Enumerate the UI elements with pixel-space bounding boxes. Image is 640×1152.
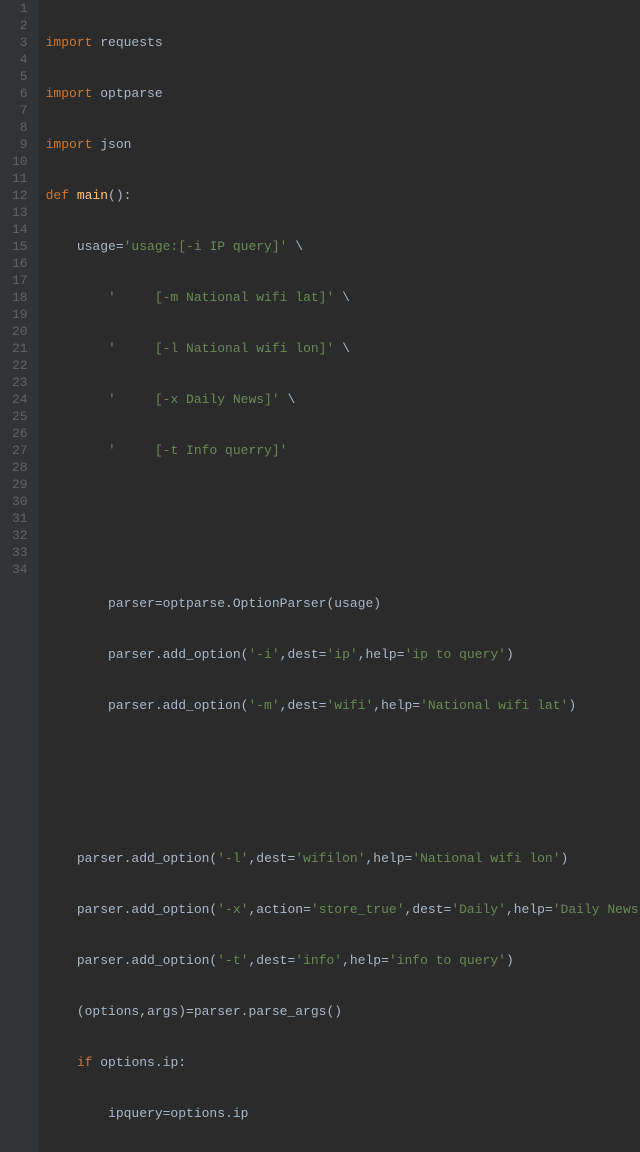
line-number: 32: [12, 527, 28, 544]
line-number: 20: [12, 323, 28, 340]
line-number: 9: [12, 136, 28, 153]
code-line[interactable]: parser.add_option('-t',dest='info',help=…: [46, 952, 640, 969]
code-line[interactable]: import requests: [46, 34, 640, 51]
code-line[interactable]: ' [-m National wifi lat]' \: [46, 289, 640, 306]
code-line[interactable]: import optparse: [46, 85, 640, 102]
line-number-gutter: 1 2 3 4 5 6 7 8 9 10 11 12 13 14 15 16 1…: [0, 0, 38, 1152]
code-line[interactable]: [46, 748, 640, 765]
line-number: 29: [12, 476, 28, 493]
code-line[interactable]: ipquery=options.ip: [46, 1105, 640, 1122]
code-line[interactable]: (options,args)=parser.parse_args(): [46, 1003, 640, 1020]
line-number: 5: [12, 68, 28, 85]
line-number: 23: [12, 374, 28, 391]
line-number: 12: [12, 187, 28, 204]
line-number: 13: [12, 204, 28, 221]
code-line[interactable]: ' [-t Info querry]': [46, 442, 640, 459]
line-number: 24: [12, 391, 28, 408]
code-line[interactable]: parser.add_option('-i',dest='ip',help='i…: [46, 646, 640, 663]
code-line[interactable]: usage='usage:[-i IP query]' \: [46, 238, 640, 255]
code-line[interactable]: [46, 544, 640, 561]
code-line[interactable]: parser.add_option('-m',dest='wifi',help=…: [46, 697, 640, 714]
line-number: 22: [12, 357, 28, 374]
line-number: 1: [12, 0, 28, 17]
line-number: 15: [12, 238, 28, 255]
line-number: 19: [12, 306, 28, 323]
line-number: 7: [12, 102, 28, 119]
code-line[interactable]: parser.add_option('-x',action='store_tru…: [46, 901, 640, 918]
line-number: 27: [12, 442, 28, 459]
code-editor: 1 2 3 4 5 6 7 8 9 10 11 12 13 14 15 16 1…: [0, 0, 640, 1152]
line-number: 2: [12, 17, 28, 34]
code-line[interactable]: ' [-x Daily News]' \: [46, 391, 640, 408]
line-number: 16: [12, 255, 28, 272]
code-line[interactable]: [46, 493, 640, 510]
code-line[interactable]: def main():: [46, 187, 640, 204]
line-number: 14: [12, 221, 28, 238]
code-line[interactable]: if options.ip:: [46, 1054, 640, 1071]
line-number: 11: [12, 170, 28, 187]
line-number: 21: [12, 340, 28, 357]
line-number: 18: [12, 289, 28, 306]
line-number: 3: [12, 34, 28, 51]
line-number: 25: [12, 408, 28, 425]
code-line[interactable]: ' [-l National wifi lon]' \: [46, 340, 640, 357]
code-area[interactable]: import requests import optparse import j…: [38, 0, 640, 1152]
code-line[interactable]: parser=optparse.OptionParser(usage): [46, 595, 640, 612]
line-number: 28: [12, 459, 28, 476]
code-line[interactable]: import json: [46, 136, 640, 153]
line-number: 4: [12, 51, 28, 68]
line-number: 31: [12, 510, 28, 527]
code-line[interactable]: parser.add_option('-l',dest='wifilon',he…: [46, 850, 640, 867]
line-number: 8: [12, 119, 28, 136]
line-number: 26: [12, 425, 28, 442]
code-line[interactable]: [46, 799, 640, 816]
line-number: 17: [12, 272, 28, 289]
line-number: 10: [12, 153, 28, 170]
line-number: 33: [12, 544, 28, 561]
line-number: 34: [12, 561, 28, 578]
line-number: 6: [12, 85, 28, 102]
line-number: 30: [12, 493, 28, 510]
